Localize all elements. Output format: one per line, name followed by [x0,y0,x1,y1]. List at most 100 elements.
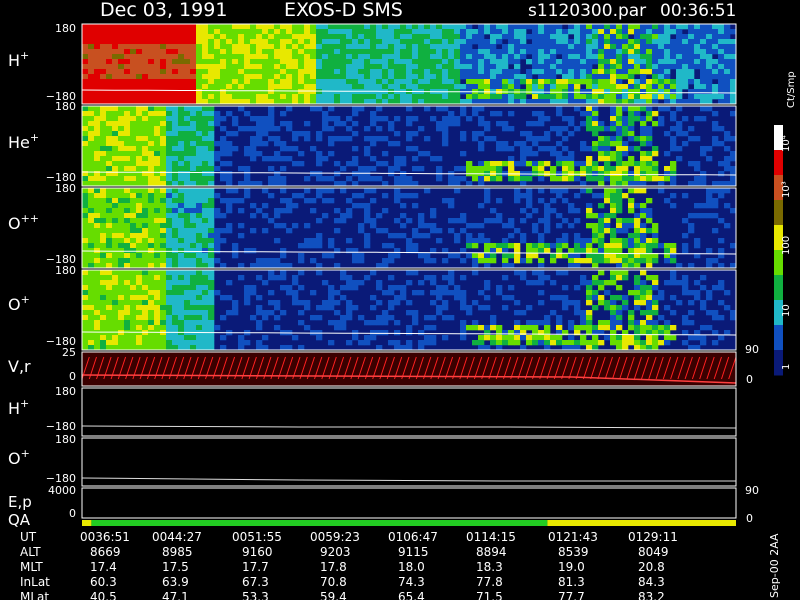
spectrogram-cell [460,59,467,65]
spectrogram-cell [304,69,311,75]
spectrogram-cell [184,280,191,286]
spectrogram-cell [712,74,719,80]
spectrogram-cell [106,285,113,291]
spectrogram-cell [424,340,431,346]
spectrogram-cell [364,84,371,90]
spectrogram-cell [616,275,623,281]
spectrogram-cell [436,176,443,182]
spectrogram-cell [172,310,179,316]
spectrogram-cell [154,131,161,137]
spectrogram-cell [130,248,137,254]
spectrogram-cell [442,24,449,30]
spectrogram-cell [352,285,359,291]
spectrogram-cell [718,74,725,80]
spectrogram-cell [670,171,677,177]
spectrogram-cell [610,156,617,162]
spectrogram-cell [196,136,203,142]
spectrogram-cell [718,335,725,341]
spectrogram-cell [142,290,149,296]
spectrogram-cell [634,106,641,112]
spectrogram-cell [208,233,215,239]
spectrogram-cell [202,203,209,209]
spectrogram-cell [190,94,197,100]
spectrogram-cell [334,218,341,224]
spectrogram-cell [616,285,623,291]
spectrogram-cell [628,176,635,182]
spectrogram-cell [604,258,611,264]
spectrogram-cell [502,238,509,244]
spectrogram-cell [154,228,161,234]
spectrogram-cell [340,270,347,276]
spectrogram-cell [88,285,95,291]
spectrogram-cell [358,69,365,75]
spectrogram-cell [268,176,275,182]
spectrogram-cell [640,213,647,219]
spectrogram-cell [190,69,197,75]
spectrogram-cell [598,141,605,147]
spectrogram-cell [712,44,719,50]
spectrogram-cell [226,29,233,35]
spectrogram-cell [130,39,137,45]
spectrogram-cell [670,166,677,172]
spectrogram-cell [316,54,323,60]
spectrogram-cell [148,64,155,70]
spectrogram-cell [604,59,611,65]
spectrogram-cell [670,141,677,147]
spectrogram-cell [598,156,605,162]
spectrogram-cell [172,151,179,157]
spectrogram-cell [526,203,533,209]
spectrogram-cell [556,84,563,90]
spectrogram-cell [142,218,149,224]
spectrogram-cell [652,84,659,90]
spectrogram-cell [166,161,173,167]
spectrogram-cell [292,295,299,301]
spectrogram-cell [106,238,113,244]
spectrogram-cell [592,290,599,296]
spectrogram-cell [310,171,317,177]
orbit-cell: 0106:47 [388,530,438,544]
spectrogram-cell [676,74,683,80]
spectrogram-cell [508,79,515,85]
spectrogram-cell [226,198,233,204]
spectrogram-cell [196,29,203,35]
spectrogram-cell [178,171,185,177]
spectrogram-cell [94,176,101,182]
spectrogram-cell [622,258,629,264]
spectrogram-cell [346,176,353,182]
spectrogram-cell [130,44,137,50]
spectrogram-cell [718,171,725,177]
spectrogram-cell [496,166,503,172]
spectrogram-cell [196,310,203,316]
spectrogram-cell [478,305,485,311]
colorbar-unit: Ct/Smp [786,71,797,108]
spectrogram-cell [634,300,641,306]
spectrogram-cell [286,156,293,162]
spectrogram-cell [712,285,719,291]
spectrogram-cell [652,238,659,244]
spectrogram-cell [640,310,647,316]
spectrogram-cell [142,69,149,75]
spectrogram-cell [130,243,137,249]
spectrogram-cell [610,270,617,276]
spectrogram-cell [322,188,329,194]
spectrogram-cell [244,290,251,296]
spectrogram-cell [706,290,713,296]
spectrogram-cell [88,305,95,311]
spectrogram-cell [178,238,185,244]
spectrogram-cell [88,315,95,321]
spectrogram-cell [178,203,185,209]
spectrogram-cell [88,146,95,152]
spectrogram-cell [346,74,353,80]
spectrogram-cell [460,39,467,45]
spectrogram-cell [262,280,269,286]
spectrogram-cell [328,295,335,301]
spectrogram-cell [670,335,677,341]
spectrogram-cell [82,315,89,321]
spectrogram-cell [100,111,107,117]
spectrogram-cell [622,223,629,229]
spectrogram-cell [580,325,587,331]
spectrogram-cell [268,111,275,117]
spectrogram-cell [520,131,527,137]
spectrogram-cell [616,238,623,244]
spectrogram-cell [136,74,143,80]
